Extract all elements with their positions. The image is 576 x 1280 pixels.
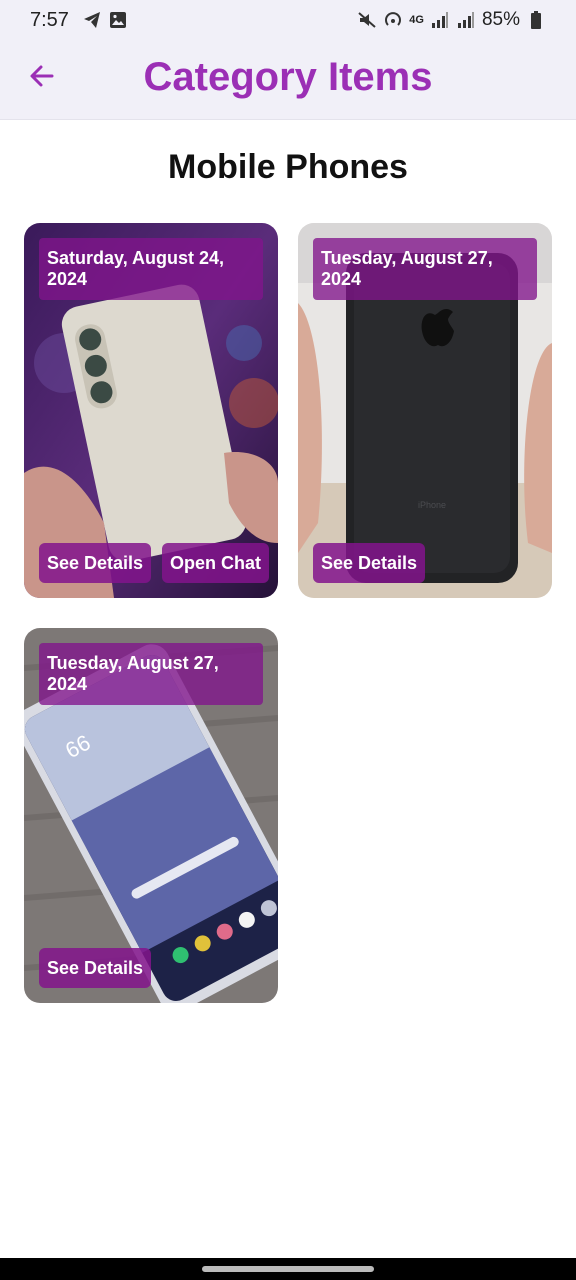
open-chat-button[interactable]: Open Chat xyxy=(162,543,270,583)
signal-icon xyxy=(456,10,476,30)
item-card[interactable]: iPhone Tuesday, August 27, 2024 See Deta… xyxy=(298,223,552,598)
status-time: 7:57 xyxy=(30,9,69,31)
see-details-button[interactable]: See Details xyxy=(313,543,426,583)
system-nav-bar xyxy=(0,1258,576,1280)
mute-icon xyxy=(357,10,377,30)
signal-icon xyxy=(430,10,450,30)
svg-text:iPhone: iPhone xyxy=(418,500,446,510)
status-bar: 7:57 4G 85% xyxy=(0,0,576,42)
category-title: Mobile Phones xyxy=(168,148,408,186)
item-date: Tuesday, August 27, 2024 xyxy=(313,238,537,300)
item-card[interactable]: 66 Tuesday, August 27, 2024 See Details xyxy=(24,628,278,1003)
app-bar: Category Items xyxy=(0,42,576,120)
page-title: Category Items xyxy=(143,55,433,99)
battery-icon xyxy=(526,10,546,30)
see-details-button[interactable]: See Details xyxy=(39,948,152,988)
network-type: 4G xyxy=(409,14,424,26)
battery-level: 85% xyxy=(481,9,520,30)
home-indicator[interactable] xyxy=(202,1266,374,1272)
telegram-icon xyxy=(82,10,102,30)
item-date: Saturday, August 24, 2024 xyxy=(39,238,263,300)
hotspot-icon xyxy=(383,10,403,30)
image-icon xyxy=(108,10,128,30)
item-date: Tuesday, August 27, 2024 xyxy=(39,643,263,705)
item-card[interactable]: Saturday, August 24, 2024 See Details Op… xyxy=(24,223,278,598)
see-details-button[interactable]: See Details xyxy=(39,543,152,583)
